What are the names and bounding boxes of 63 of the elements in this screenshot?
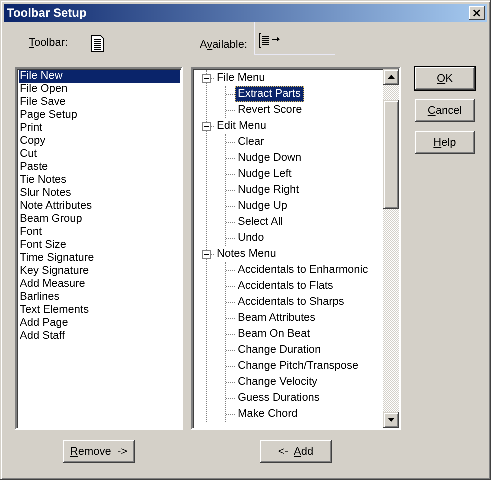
list-item[interactable]: Time Signature <box>19 252 181 265</box>
list-item[interactable]: Note Attributes <box>19 200 181 213</box>
tree-item[interactable]: Nudge Right <box>235 182 302 198</box>
tree-item[interactable]: Revert Score <box>235 102 306 118</box>
tree-item[interactable]: Change Duration <box>235 342 324 358</box>
list-item[interactable]: Slur Notes <box>19 187 181 200</box>
dialog-button[interactable]: OK <box>415 67 475 90</box>
collapse-icon[interactable] <box>202 74 211 82</box>
tree-item[interactable]: Extract Parts <box>235 86 304 102</box>
list-item[interactable]: Add Page <box>19 317 181 330</box>
tree-item[interactable]: Change Pitch/Transpose <box>235 358 362 374</box>
tree-item[interactable]: Nudge Up <box>235 198 291 214</box>
tree-item[interactable]: Undo <box>235 230 268 246</box>
tree-item[interactable]: Edit Menu <box>214 118 270 134</box>
list-item[interactable]: Paste <box>19 161 181 174</box>
scroll-down-button[interactable] <box>383 412 399 428</box>
list-item[interactable]: Tie Notes <box>19 174 181 187</box>
list-item[interactable]: File New <box>19 70 180 83</box>
scrollbar[interactable] <box>383 69 399 428</box>
list-item[interactable]: Key Signature <box>19 265 181 278</box>
list-arrow-icon <box>258 33 280 49</box>
scroll-thumb[interactable] <box>383 100 399 209</box>
list-item[interactable]: Text Elements <box>19 304 181 317</box>
tree-item[interactable]: Notes Menu <box>214 246 280 262</box>
list-item[interactable]: File Save <box>19 96 181 109</box>
tree-item[interactable]: Make Chord <box>235 406 301 422</box>
window-title: Toolbar Setup <box>7 6 87 20</box>
tree-item[interactable]: Beam On Beat <box>235 326 314 342</box>
tree-item[interactable]: Select All <box>235 214 286 230</box>
tree-item[interactable]: File Menu <box>214 70 268 86</box>
tree-item[interactable]: Nudge Left <box>235 166 295 182</box>
list-item[interactable]: Add Staff <box>19 330 181 343</box>
collapse-icon[interactable] <box>202 250 211 258</box>
list-item[interactable]: Cut <box>19 148 181 161</box>
tree-item[interactable]: Accidentals to Sharps <box>235 294 348 310</box>
list-item[interactable]: Beam Group <box>19 213 181 226</box>
available-label: Available: <box>200 38 248 51</box>
scroll-up-button[interactable] <box>383 69 399 85</box>
remove-button[interactable]: Remove -> <box>63 440 135 463</box>
list-item[interactable]: File Open <box>19 83 181 96</box>
close-button[interactable]: × <box>469 6 485 20</box>
list-item[interactable]: Font <box>19 226 181 239</box>
list-item[interactable]: Page Setup <box>19 109 181 122</box>
tree-item[interactable]: Change Velocity <box>235 374 320 390</box>
collapse-icon[interactable] <box>202 122 211 130</box>
toolbar-label: Toolbar: <box>29 37 68 49</box>
dialog-button[interactable]: Cancel <box>415 99 475 122</box>
down-arrow-icon <box>388 418 394 422</box>
tree-item[interactable]: Clear <box>235 134 268 150</box>
list-item[interactable]: Print <box>19 122 181 135</box>
tree-item[interactable]: Guess Durations <box>235 390 323 406</box>
list-item[interactable]: Copy <box>19 135 181 148</box>
add-button[interactable]: <- Add <box>260 440 332 463</box>
tree-item[interactable]: Nudge Down <box>235 150 305 166</box>
up-arrow-icon <box>388 75 394 79</box>
tree-item[interactable]: Accidentals to Flats <box>235 278 336 294</box>
document-icon <box>91 35 104 52</box>
list-item[interactable]: Font Size <box>19 239 181 252</box>
dialog-button[interactable]: Help <box>415 131 475 154</box>
list-item[interactable]: Barlines <box>19 291 181 304</box>
tree-item[interactable]: Beam Attributes <box>235 310 319 326</box>
tree-item[interactable]: Accidentals to Enharmonic <box>235 262 372 278</box>
list-item[interactable]: Add Measure <box>19 278 181 291</box>
